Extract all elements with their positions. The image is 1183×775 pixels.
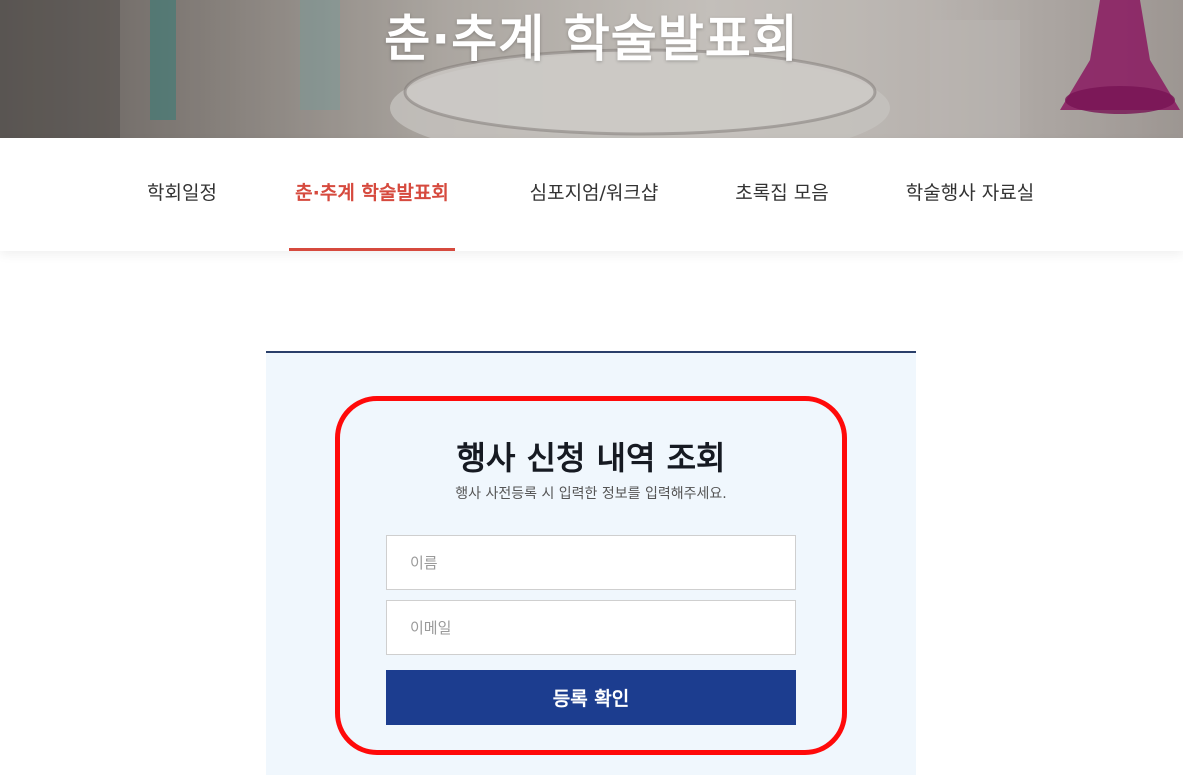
tab-conference[interactable]: 춘·추계 학술발표회: [289, 138, 455, 251]
name-input[interactable]: [386, 535, 796, 590]
tab-event-archive[interactable]: 학술행사 자료실: [902, 138, 1038, 251]
page-title: 춘·추계 학술발표회: [384, 10, 799, 68]
form-title: 행사 신청 내역 조회: [456, 439, 726, 477]
email-input[interactable]: [386, 600, 796, 655]
tab-abstract-collection[interactable]: 초록집 모음: [733, 138, 831, 251]
sub-navigation: 학회일정 춘·추계 학술발표회 심포지엄/워크샵 초록집 모음 학술행사 자료실: [0, 138, 1183, 251]
hero-banner: 춘·추계 학술발표회: [0, 0, 1183, 138]
tab-schedule[interactable]: 학회일정: [145, 138, 219, 251]
confirm-registration-button[interactable]: 등록 확인: [386, 670, 796, 725]
tab-symposium-workshop[interactable]: 심포지엄/워크샵: [526, 138, 662, 251]
form-subtitle: 행사 사전등록 시 입력한 정보를 입력해주세요.: [455, 486, 727, 502]
